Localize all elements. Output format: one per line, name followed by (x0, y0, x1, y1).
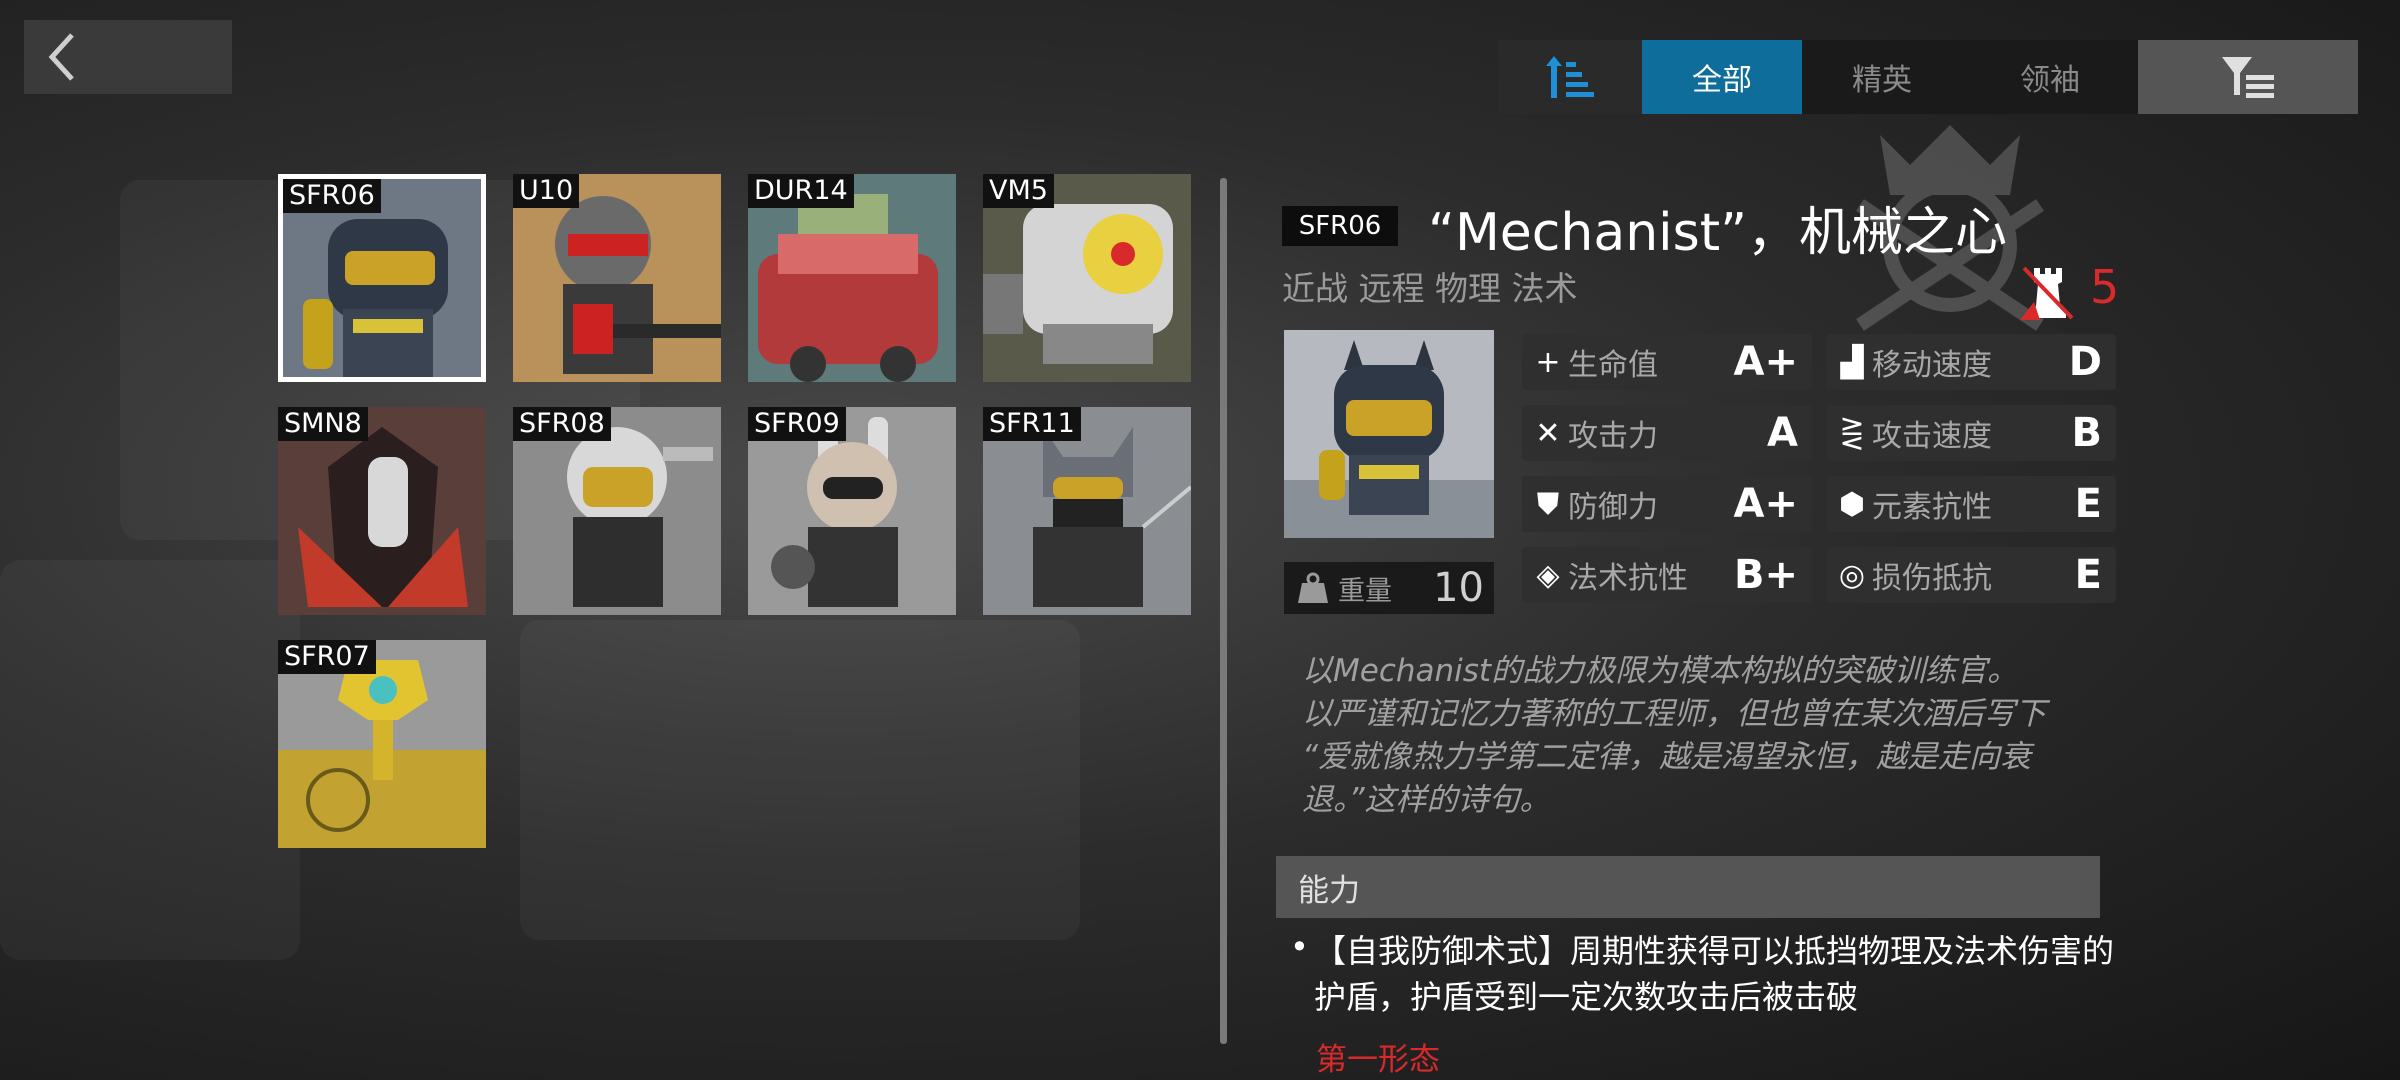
tab-elite[interactable]: 精英 (1802, 40, 1962, 114)
chevron-left-icon (48, 33, 74, 81)
description-line: “爱就像热力学第二定律，越是渴望永恒，越是走向衰 (1302, 739, 2032, 775)
shield-icon: ⛊ (1536, 486, 1560, 522)
unit-card-code: DUR14 (748, 174, 854, 208)
filter-list-icon (2222, 57, 2274, 98)
unit-card-code: SFR11 (983, 407, 1081, 441)
back-button[interactable] (24, 20, 232, 94)
stat-7: ◈ 法术抗性 B+ (1522, 547, 1812, 603)
stat-6: ⬢ 元素抗性 E (1826, 476, 2116, 532)
unit-portrait (1284, 330, 1494, 538)
stat-grade: A+ (1733, 339, 1798, 385)
stat-grade: A+ (1733, 481, 1798, 527)
stat-grade: D (2068, 339, 2102, 385)
unit-card-code: U10 (513, 174, 580, 208)
weight-label: 重量 (1338, 575, 1392, 607)
stat-2: ▟ 移动速度 D (1826, 334, 2116, 390)
category-tabs: 全部 精英 领袖 (1498, 40, 2138, 114)
ability-text: 【自我防御术式】周期性获得可以抵挡物理及法术伤害的护盾，护盾受到一定次数攻击后被… (1314, 932, 2115, 1016)
sort-bars-icon (1546, 56, 1594, 98)
description-line: 以Mechanist的战力极限为模本构拟的突破训练官。 (1302, 653, 2019, 689)
rook-cost-icon (2020, 266, 2074, 320)
unit-name: “Mechanist”，机械之心 (1428, 203, 2008, 263)
ring-icon: ◎ (1838, 557, 1866, 593)
scrollbar[interactable] (1220, 178, 1227, 1044)
stat-grade: A (1767, 410, 1798, 456)
deploy-cost: 5 (2090, 260, 2120, 314)
form-label[interactable]: 第一形态 (1316, 1034, 1440, 1079)
unit-card-smn8[interactable]: SMN8 (278, 407, 486, 615)
diamond-icon: ◈ (1536, 557, 1560, 593)
crossed-swords-icon: ✕ (1535, 415, 1561, 451)
unit-card-code: SMN8 (278, 407, 368, 441)
unit-card-code: SFR09 (748, 407, 846, 441)
weight-value: 10 (1433, 565, 1484, 611)
ability-section-header: 能力 (1276, 856, 2100, 918)
stat-grade: B (2071, 410, 2103, 456)
unit-card-sfr09[interactable]: SFR09 (748, 407, 956, 615)
sort-button[interactable] (1498, 40, 1642, 114)
plus-icon: + (1535, 344, 1561, 380)
unit-tags: 近战 远程 物理 法术 (1282, 269, 1578, 308)
stat-label: 生命值 (1568, 348, 1658, 383)
weight-box: 重量 10 (1284, 562, 1494, 614)
unit-card-code: SFR07 (278, 640, 376, 674)
stat-label: 法术抗性 (1568, 561, 1688, 596)
stat-label: 防御力 (1568, 490, 1658, 525)
unit-description: 以Mechanist的战力极限为模本构拟的突破训练官。 以严谨和记忆力著称的工程… (1302, 650, 2122, 822)
stat-4: ⋛ 攻击速度 B (1826, 405, 2116, 461)
stat-label: 攻击力 (1568, 419, 1658, 454)
tab-all[interactable]: 全部 (1642, 40, 1802, 114)
unit-card-vm5[interactable]: VM5 (983, 174, 1191, 382)
unit-card-code: VM5 (983, 174, 1054, 208)
stat-5: ⛊ 防御力 A+ (1522, 476, 1812, 532)
stat-label: 损伤抵抗 (1872, 561, 1992, 596)
unit-card-sfr07[interactable]: SFR07 (278, 640, 486, 848)
unit-card-code: SFR06 (283, 179, 381, 213)
stat-label: 元素抗性 (1872, 490, 1992, 525)
stat-label: 攻击速度 (1872, 419, 1992, 454)
description-line: 以严谨和记忆力著称的工程师，但也曾在某次酒后写下 (1302, 696, 2046, 732)
stat-1: + 生命值 A+ (1522, 334, 1812, 390)
unit-card-dur14[interactable]: DUR14 (748, 174, 956, 382)
unit-card-code: SFR08 (513, 407, 611, 441)
unit-card-sfr08[interactable]: SFR08 (513, 407, 721, 615)
filter-button[interactable] (2138, 40, 2358, 114)
bullet-icon: • (1290, 928, 1309, 966)
weight-icon (1298, 572, 1328, 603)
stat-grade: B+ (1733, 552, 1798, 598)
unit-code-badge: SFR06 (1282, 206, 1398, 246)
stat-3: ✕ 攻击力 A (1522, 405, 1812, 461)
stat-label: 移动速度 (1872, 348, 1992, 383)
unit-card-u10[interactable]: U10 (513, 174, 721, 382)
unit-card-sfr11[interactable]: SFR11 (983, 407, 1191, 615)
stat-8: ◎ 损伤抵抗 E (1826, 547, 2116, 603)
description-line: 退。”这样的诗句。 (1302, 782, 1551, 818)
element-shield-icon: ⬢ (1838, 486, 1866, 522)
speed-lines-icon: ⋛ (1839, 415, 1865, 451)
boot-icon: ▟ (1840, 344, 1864, 380)
stat-grade: E (2074, 552, 2102, 598)
tab-leader[interactable]: 领袖 (1962, 40, 2138, 114)
unit-card-sfr06[interactable]: SFR06 (278, 174, 486, 382)
stat-grade: E (2074, 481, 2102, 527)
